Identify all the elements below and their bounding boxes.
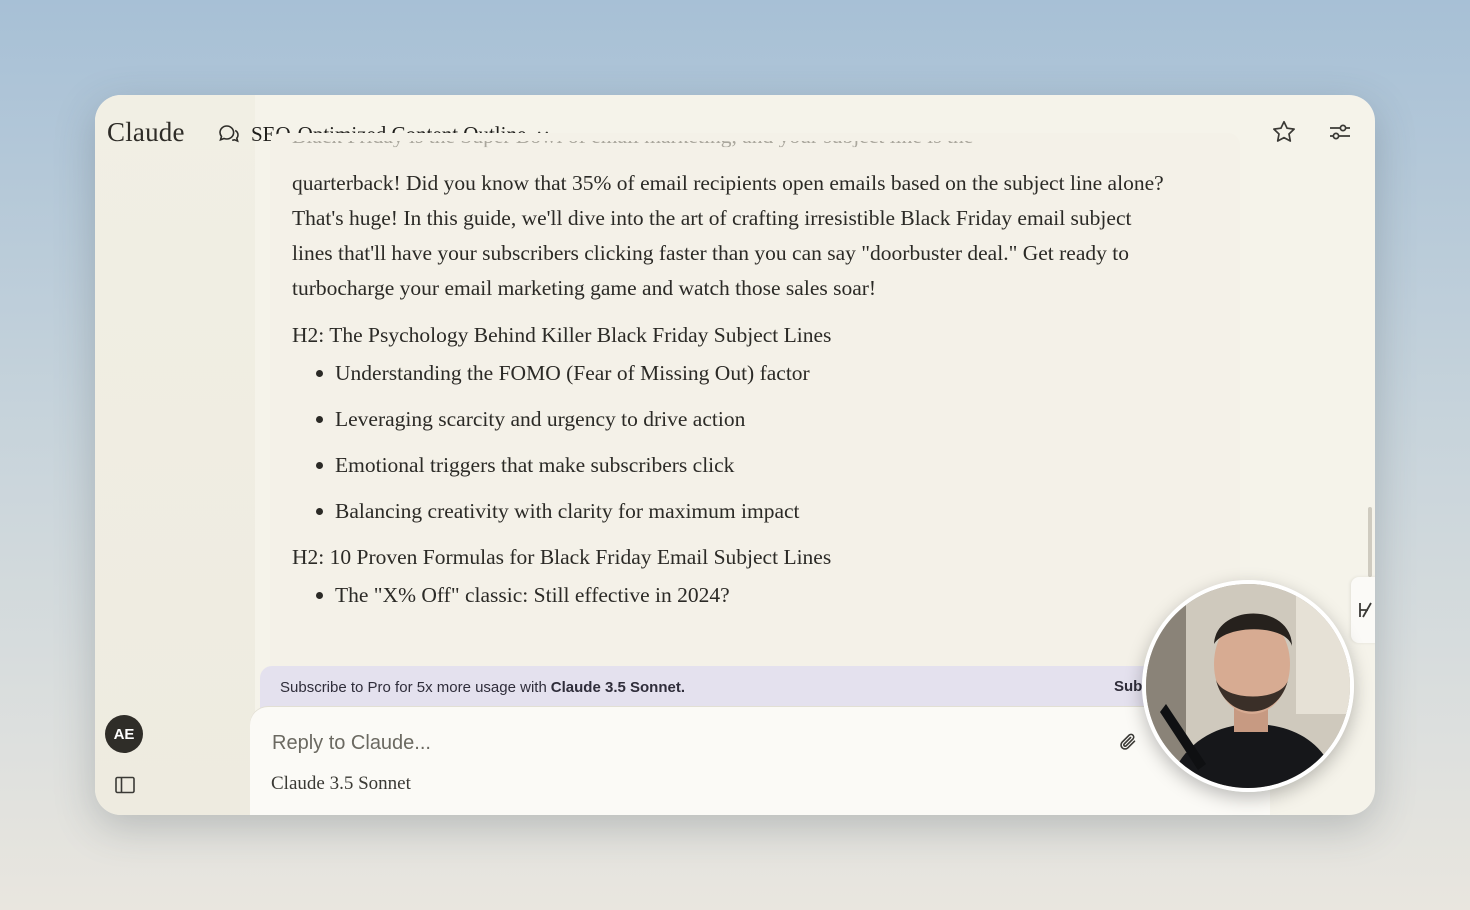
list-item: Balancing creativity with clarity for ma… <box>316 494 1172 528</box>
sidebar-toggle-icon[interactable] <box>114 775 136 795</box>
brand-logo[interactable]: Claude <box>107 117 185 148</box>
webcam-overlay <box>1142 580 1354 792</box>
chat-bubbles-icon <box>219 125 239 143</box>
subscribe-link[interactable]: Sub <box>1114 678 1142 695</box>
scrollbar-thumb[interactable] <box>1368 507 1372 577</box>
list-item: The "X% Off" classic: Still effective in… <box>316 578 1172 612</box>
list-item: Understanding the FOMO (Fear of Missing … <box>316 356 1172 390</box>
paperclip-icon[interactable] <box>1118 731 1140 753</box>
upgrade-banner[interactable]: Subscribe to Pro for 5x more usage with … <box>260 666 1260 708</box>
assistant-message: Black Friday is the Super Bowl of email … <box>292 141 1172 711</box>
section-list: The "X% Off" classic: Still effective in… <box>316 578 1172 612</box>
reply-input[interactable] <box>272 727 1092 759</box>
upgrade-banner-model: Claude 3.5 Sonnet. <box>550 678 685 696</box>
section-heading: H2: 10 Proven Formulas for Black Friday … <box>292 545 832 569</box>
expand-icon <box>1359 602 1372 618</box>
list-item: Leveraging scarcity and urgency to drive… <box>316 402 1172 436</box>
content-fade <box>270 147 1240 169</box>
avatar[interactable]: AE <box>105 715 143 753</box>
list-item: Emotional triggers that make subscribers… <box>316 448 1172 482</box>
left-rail <box>95 95 255 815</box>
star-icon[interactable] <box>1271 119 1297 145</box>
presenter-video <box>1146 584 1350 788</box>
section-heading: H2: The Psychology Behind Killer Black F… <box>292 323 832 347</box>
model-selector[interactable]: Claude 3.5 Sonnet <box>271 773 411 795</box>
composer: Claude 3.5 Sonnet <box>250 707 1270 815</box>
artifact-panel-tab[interactable] <box>1351 577 1375 643</box>
message-intro: quarterback! Did you know that 35% of em… <box>292 171 1164 300</box>
sliders-icon[interactable] <box>1327 119 1353 145</box>
section-list: Understanding the FOMO (Fear of Missing … <box>316 356 1172 528</box>
upgrade-banner-text: Subscribe to Pro for 5x more usage with <box>280 678 547 696</box>
